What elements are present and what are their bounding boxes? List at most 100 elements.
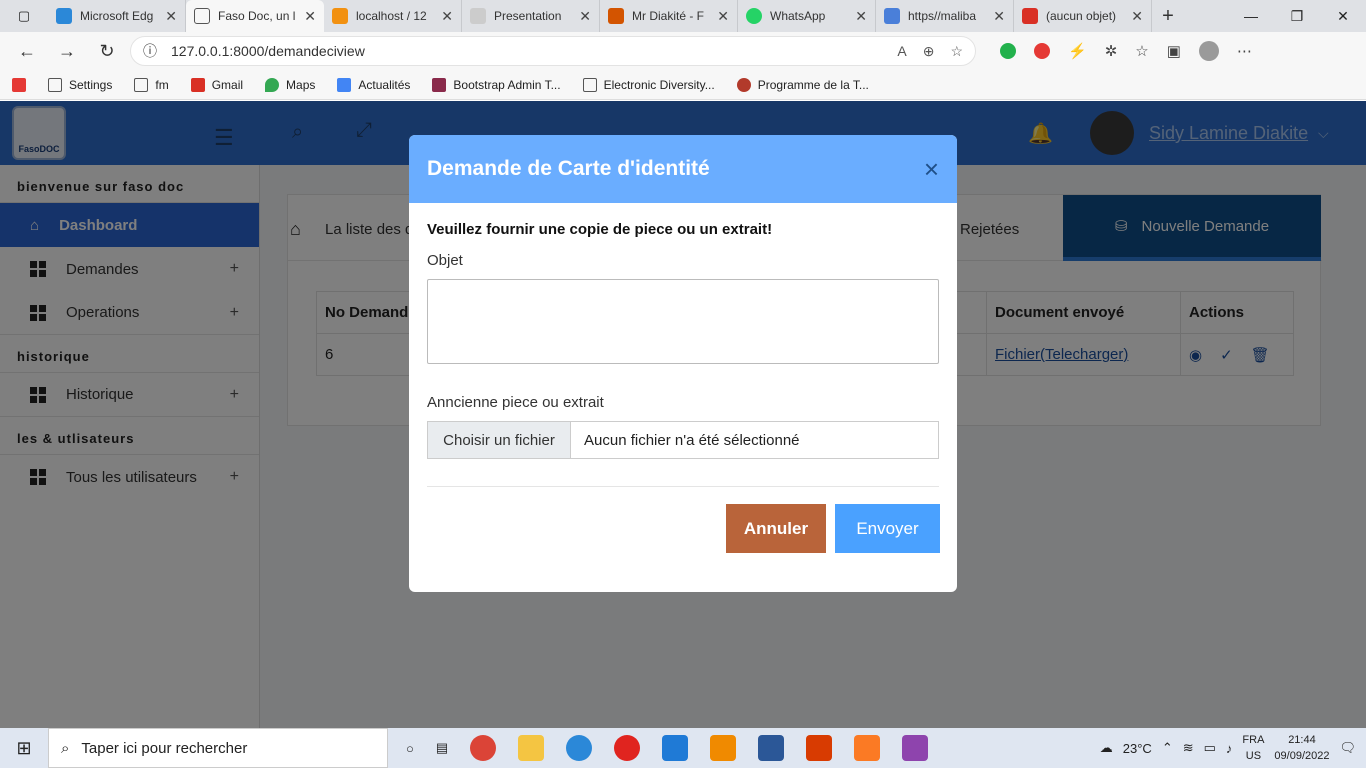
close-icon[interactable]: ✕ bbox=[579, 8, 591, 25]
objet-textarea[interactable] bbox=[427, 279, 939, 364]
maps-icon bbox=[265, 77, 280, 92]
windows-taskbar: ⊞ ⌕ Taper ici pour rechercher ○ ▤ ☁ 23°C… bbox=[0, 728, 1366, 768]
extensions: ⚡ ✲ ☆ ▣ ⋯ bbox=[1000, 41, 1252, 61]
task-view-icon[interactable]: ○ bbox=[406, 741, 414, 756]
browser-tab[interactable]: localhost / 12 ✕ bbox=[324, 0, 462, 32]
file-status: Aucun fichier n'a été sélectionné bbox=[584, 431, 800, 449]
opera-icon[interactable] bbox=[614, 735, 641, 761]
forward-icon[interactable]: → bbox=[50, 36, 84, 66]
search-icon bbox=[884, 8, 900, 24]
extension-bolt-icon[interactable]: ⚡ bbox=[1068, 42, 1087, 60]
menu-icon[interactable]: ⋯ bbox=[1237, 42, 1252, 60]
browser-tab[interactable]: Presentation ✕ bbox=[462, 0, 600, 32]
taskbar-apps: ○ ▤ bbox=[406, 735, 929, 761]
bookmark-programme[interactable]: Programme de la T... bbox=[736, 77, 869, 92]
browser-tab[interactable]: (aucun objet) ✕ bbox=[1014, 0, 1152, 32]
system-tray: ☁ 23°C ⌃ ≋ ▭ ♪ FRA US 21:44 09/09/2022 🗨 bbox=[1100, 732, 1366, 764]
widgets-icon[interactable]: ▤ bbox=[436, 740, 448, 756]
page-icon bbox=[194, 8, 210, 24]
favorites-icon[interactable]: ☆ bbox=[1135, 42, 1148, 60]
browser-tab[interactable]: WhatsApp ✕ bbox=[738, 0, 876, 32]
taskbar-search[interactable]: ⌕ Taper ici pour rechercher bbox=[48, 728, 388, 768]
speaker-icon[interactable]: ♪ bbox=[1226, 741, 1233, 756]
bookmark-maps[interactable]: Maps bbox=[265, 77, 315, 92]
close-icon[interactable]: ✕ bbox=[855, 8, 867, 25]
bookmark-bootstrap[interactable]: Bootstrap Admin T... bbox=[432, 77, 561, 92]
weather-temp[interactable]: 23°C bbox=[1123, 741, 1152, 756]
bookmark-gmail[interactable]: Gmail bbox=[190, 77, 243, 92]
adblock-icon[interactable] bbox=[1034, 43, 1050, 59]
close-icon[interactable]: ✕ bbox=[165, 8, 177, 25]
battery-icon[interactable]: ▭ bbox=[1204, 740, 1216, 756]
minimize-icon[interactable]: — bbox=[1228, 8, 1274, 25]
vscode-icon[interactable] bbox=[662, 735, 689, 761]
wifi-icon[interactable]: ≋ bbox=[1183, 740, 1194, 756]
file-input[interactable]: Choisir un fichier Aucun fichier n'a été… bbox=[427, 421, 939, 459]
bookmark-electronic[interactable]: Electronic Diversity... bbox=[582, 77, 715, 92]
extensions-icon[interactable]: ✲ bbox=[1105, 42, 1118, 60]
send-button[interactable]: Envoyer bbox=[835, 504, 940, 553]
info-icon[interactable]: ⓘ bbox=[143, 41, 157, 61]
star-app-icon[interactable] bbox=[902, 735, 929, 761]
document-icon bbox=[470, 8, 486, 24]
chevron-up-icon[interactable]: ⌃ bbox=[1162, 740, 1173, 756]
language-indicator[interactable]: FRA US bbox=[1242, 732, 1264, 764]
windows-start-icon[interactable]: ⊞ bbox=[0, 738, 48, 759]
bookmark-fm[interactable]: fm bbox=[134, 77, 169, 92]
tab-actions-icon[interactable]: ▢ bbox=[0, 0, 48, 32]
extension-green-icon[interactable] bbox=[1000, 43, 1016, 59]
weather-icon[interactable]: ☁ bbox=[1100, 740, 1113, 756]
pdf-icon[interactable] bbox=[12, 77, 26, 92]
close-window-icon[interactable]: ✕ bbox=[1320, 8, 1366, 25]
close-icon[interactable]: ✕ bbox=[993, 8, 1005, 25]
close-icon[interactable]: ✕ bbox=[717, 8, 729, 25]
browser-tab[interactable]: Microsoft Edg ✕ bbox=[48, 0, 186, 32]
objet-label: Objet bbox=[427, 252, 463, 269]
close-icon[interactable]: × bbox=[924, 154, 939, 185]
piece-label: Anncienne piece ou extrait bbox=[427, 394, 604, 411]
xampp-icon[interactable] bbox=[854, 735, 881, 761]
browser-tab-active[interactable]: Faso Doc, un l ✕ bbox=[186, 0, 324, 32]
gmail-icon bbox=[190, 77, 205, 92]
notification-icon[interactable]: 🗨 bbox=[1339, 740, 1356, 756]
modal-header: Demande de Carte d'identité × bbox=[409, 135, 957, 203]
reload-icon[interactable]: ↻ bbox=[90, 36, 124, 66]
bookmark-settings[interactable]: Settings bbox=[48, 77, 112, 92]
office-icon[interactable] bbox=[806, 735, 833, 761]
bookmark-actualites[interactable]: Actualités bbox=[337, 77, 410, 92]
star-icon bbox=[608, 8, 624, 24]
browser-tab[interactable]: https//maliba ✕ bbox=[876, 0, 1014, 32]
request-modal: Demande de Carte d'identité × Veuillez f… bbox=[409, 135, 957, 592]
collections-icon[interactable]: ▣ bbox=[1167, 42, 1181, 60]
search-icon: ⌕ bbox=[61, 739, 70, 757]
browser-tab-bar: ▢ Microsoft Edg ✕ Faso Doc, un l ✕ localho… bbox=[0, 0, 1366, 32]
bookmarks-bar: Settings fm Gmail Maps Actualités Bootst… bbox=[0, 70, 1366, 100]
edge-icon[interactable] bbox=[566, 735, 593, 761]
modal-instructions: Veuillez fournir une copie de piece ou u… bbox=[427, 221, 773, 238]
close-icon[interactable]: ✕ bbox=[304, 8, 316, 25]
news-icon bbox=[337, 77, 352, 92]
favorite-add-icon[interactable]: ☆ bbox=[950, 43, 963, 60]
read-aloud-icon[interactable]: A bbox=[897, 43, 906, 60]
page-icon bbox=[48, 77, 62, 92]
whatsapp-icon bbox=[746, 8, 762, 24]
cancel-button[interactable]: Annuler bbox=[726, 504, 826, 553]
page-icon bbox=[134, 77, 149, 92]
new-tab-button[interactable]: + bbox=[1152, 5, 1184, 28]
modal-body: Veuillez fournir une copie de piece ou u… bbox=[409, 203, 957, 487]
profile-icon[interactable] bbox=[1198, 41, 1219, 61]
word-icon[interactable] bbox=[758, 735, 785, 761]
back-icon[interactable]: ← bbox=[10, 36, 44, 66]
url-input[interactable]: ⓘ 127.0.0.1:8000/demandeciview A ⊕ ☆ bbox=[130, 36, 976, 66]
choose-file-button[interactable]: Choisir un fichier bbox=[428, 422, 571, 458]
browser-tab[interactable]: Mr Diakité - F ✕ bbox=[600, 0, 738, 32]
zoom-icon[interactable]: ⊕ bbox=[923, 43, 935, 60]
vlc-icon[interactable] bbox=[710, 735, 737, 761]
chrome-icon[interactable] bbox=[470, 735, 497, 761]
clock[interactable]: 21:44 09/09/2022 bbox=[1274, 732, 1329, 764]
modal-title: Demande de Carte d'identité bbox=[427, 157, 710, 180]
file-explorer-icon[interactable] bbox=[518, 735, 545, 761]
maximize-icon[interactable]: ❐ bbox=[1274, 8, 1320, 25]
close-icon[interactable]: ✕ bbox=[1131, 8, 1143, 25]
close-icon[interactable]: ✕ bbox=[441, 8, 453, 25]
